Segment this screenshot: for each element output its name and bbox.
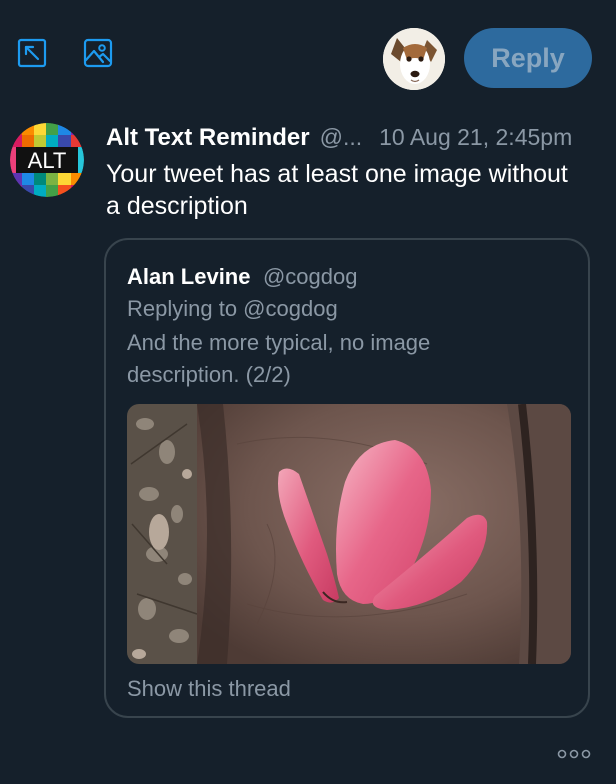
dog-avatar-icon bbox=[383, 28, 445, 90]
image-icon[interactable] bbox=[82, 37, 114, 69]
quoted-tweet-card[interactable]: Alan Levine @cogdog Replying to @cogdog … bbox=[104, 238, 590, 718]
more-options-icon[interactable] bbox=[556, 744, 592, 764]
tweet-text: Your tweet has at least one image withou… bbox=[106, 160, 568, 220]
alt-logo-text: ALT bbox=[28, 148, 67, 173]
author-handle[interactable]: @... bbox=[320, 124, 363, 151]
replying-to-label: Replying to @cogdog bbox=[127, 296, 338, 321]
quoted-tweet-header: Alan Levine @cogdog bbox=[127, 264, 357, 290]
tweet-timestamp[interactable]: 10 Aug 21, 2:45pm bbox=[379, 124, 572, 151]
author-name[interactable]: Alt Text Reminder bbox=[106, 124, 310, 152]
flower-petals-photo bbox=[127, 404, 571, 664]
show-thread-link[interactable]: Show this thread bbox=[127, 676, 291, 702]
reply-button[interactable]: Reply bbox=[464, 28, 592, 88]
quoted-author-handle: @cogdog bbox=[262, 264, 358, 289]
expand-icon[interactable] bbox=[16, 37, 48, 69]
alt-text-reminder-avatar[interactable]: ALT bbox=[10, 123, 84, 197]
alt-logo-icon: ALT bbox=[10, 123, 84, 197]
user-avatar[interactable] bbox=[383, 28, 445, 90]
quoted-tweet-image[interactable] bbox=[127, 404, 571, 664]
tweet-header: Alt Text Reminder @... 10 Aug 21, 2:45pm bbox=[106, 124, 606, 158]
quoted-author-name: Alan Levine bbox=[127, 264, 251, 289]
quoted-tweet-text: And the more typical, no image descripti… bbox=[127, 330, 431, 387]
